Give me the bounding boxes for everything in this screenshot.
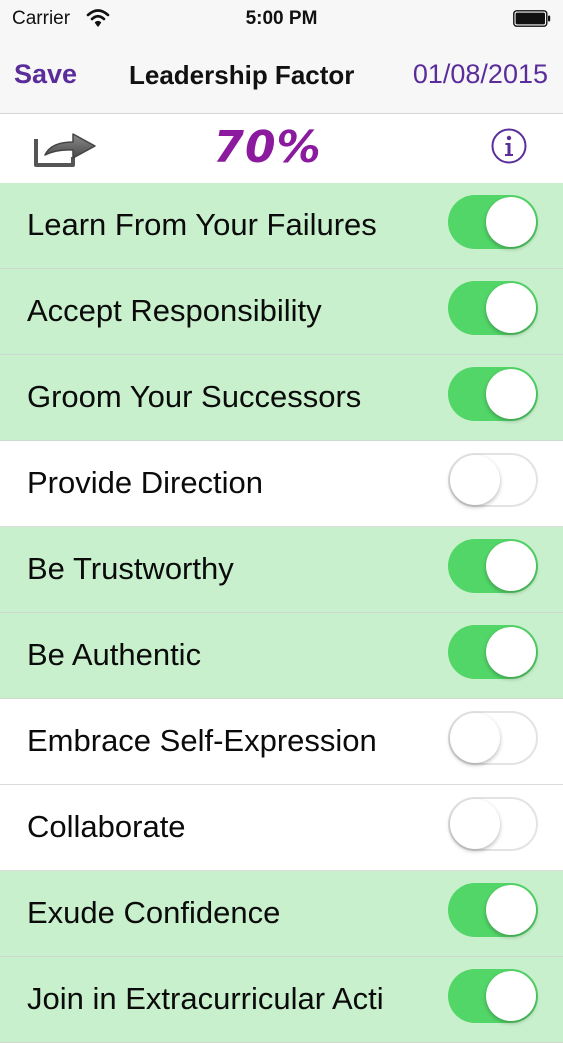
status-time: 5:00 PM [245,8,318,29]
list-item: Collaborate [0,785,563,871]
toggle-switch[interactable] [448,797,538,851]
toggle-knob [486,283,536,333]
toolbar: 70% [0,114,563,183]
list-item-label: Be Trustworthy [27,551,234,586]
list-item-label: Provide Direction [27,465,264,500]
toggle-knob [486,369,536,419]
toggle-switch[interactable] [448,539,538,593]
list-item: Learn From Your Failures [0,183,563,269]
toggle-switch[interactable] [448,625,538,679]
toggle-knob [486,627,536,677]
toggle-knob [486,885,536,935]
score-percent: 70% [213,122,322,173]
battery-icon [513,10,551,27]
page-title: Leadership Factor [129,60,355,90]
list-item-label: Accept Responsibility [27,293,322,328]
list-item-label: Learn From Your Failures [27,207,377,242]
list-item-label: Exude Confidence [27,895,281,930]
list-item: Provide Direction [0,441,563,527]
factor-list: Learn From Your Failures Accept Responsib… [0,183,563,1043]
toggle-knob [450,799,500,849]
toggle-knob [450,455,500,505]
info-icon[interactable] [491,128,527,164]
list-item-label: Embrace Self-Expression [27,723,377,758]
toggle-switch[interactable] [448,367,538,421]
list-item-label: Be Authentic [27,637,202,672]
list-item: Exude Confidence [0,871,563,957]
list-item-label: Groom Your Successors [27,379,362,414]
list-item: Embrace Self-Expression [0,699,563,785]
list-item: Accept Responsibility [0,269,563,355]
list-item: Be Trustworthy [0,527,563,613]
list-item-label: Join in Extracurricular Acti [27,981,384,1016]
toggle-knob [486,197,536,247]
list-item: Groom Your Successors [0,355,563,441]
toggle-knob [486,541,536,591]
toggle-knob [486,971,536,1021]
toggle-knob [450,713,500,763]
toggle-switch[interactable] [448,453,538,507]
date-label[interactable]: 01/08/2015 [413,59,548,90]
list-item: Be Authentic [0,613,563,699]
toggle-switch[interactable] [448,195,538,249]
status-bar: Carrier 5:00 PM [0,0,563,40]
toggle-switch[interactable] [448,281,538,335]
list-item-label: Collaborate [27,809,186,844]
toggle-switch[interactable] [448,969,538,1023]
toggle-switch[interactable] [448,711,538,765]
toggle-switch[interactable] [448,883,538,937]
navigation-bar: Save Leadership Factor 01/08/2015 [0,40,563,114]
list-item: Join in Extracurricular Acti [0,957,563,1043]
save-button[interactable]: Save [14,59,77,90]
